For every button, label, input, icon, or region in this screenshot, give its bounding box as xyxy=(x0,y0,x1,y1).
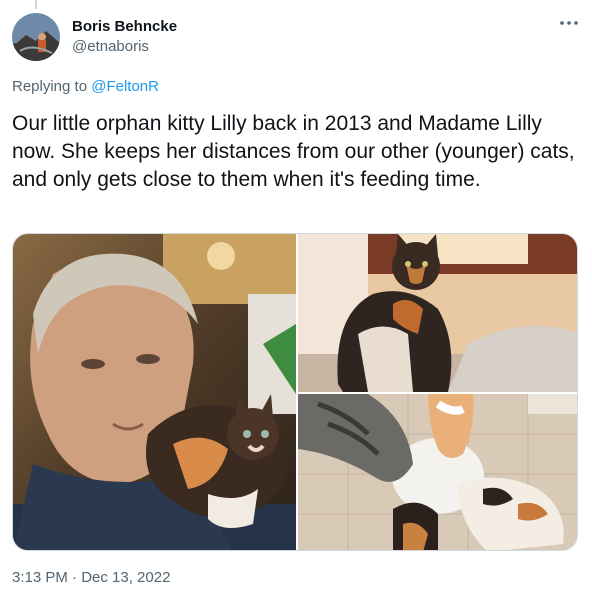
photo-calico-cat-on-couch xyxy=(298,234,577,392)
tweet-timestamp[interactable]: 3:13 PM · Dec 13, 2022 xyxy=(12,568,170,588)
photo-1[interactable] xyxy=(13,234,296,550)
author-avatar[interactable] xyxy=(12,13,60,61)
author-name[interactable]: Boris Behncke xyxy=(72,17,177,37)
avatar-photo-icon xyxy=(12,13,60,61)
replying-to: Replying to @FeltonR xyxy=(12,77,159,97)
author-handle[interactable]: @etnaboris xyxy=(72,37,149,57)
photo-2[interactable] xyxy=(298,234,577,392)
reply-mention-link[interactable]: @FeltonR xyxy=(91,78,159,95)
more-options-icon xyxy=(560,21,578,25)
tweet-text: Our little orphan kitty Lilly back in 20… xyxy=(12,112,575,191)
media-grid xyxy=(12,233,578,551)
photo-3[interactable] xyxy=(298,394,577,550)
replying-to-label: Replying to xyxy=(12,78,92,95)
photo-man-with-kitten xyxy=(13,234,296,550)
thread-connector-line xyxy=(35,0,37,9)
more-options-button[interactable] xyxy=(555,14,583,36)
photo-cats-feeding xyxy=(298,394,577,550)
